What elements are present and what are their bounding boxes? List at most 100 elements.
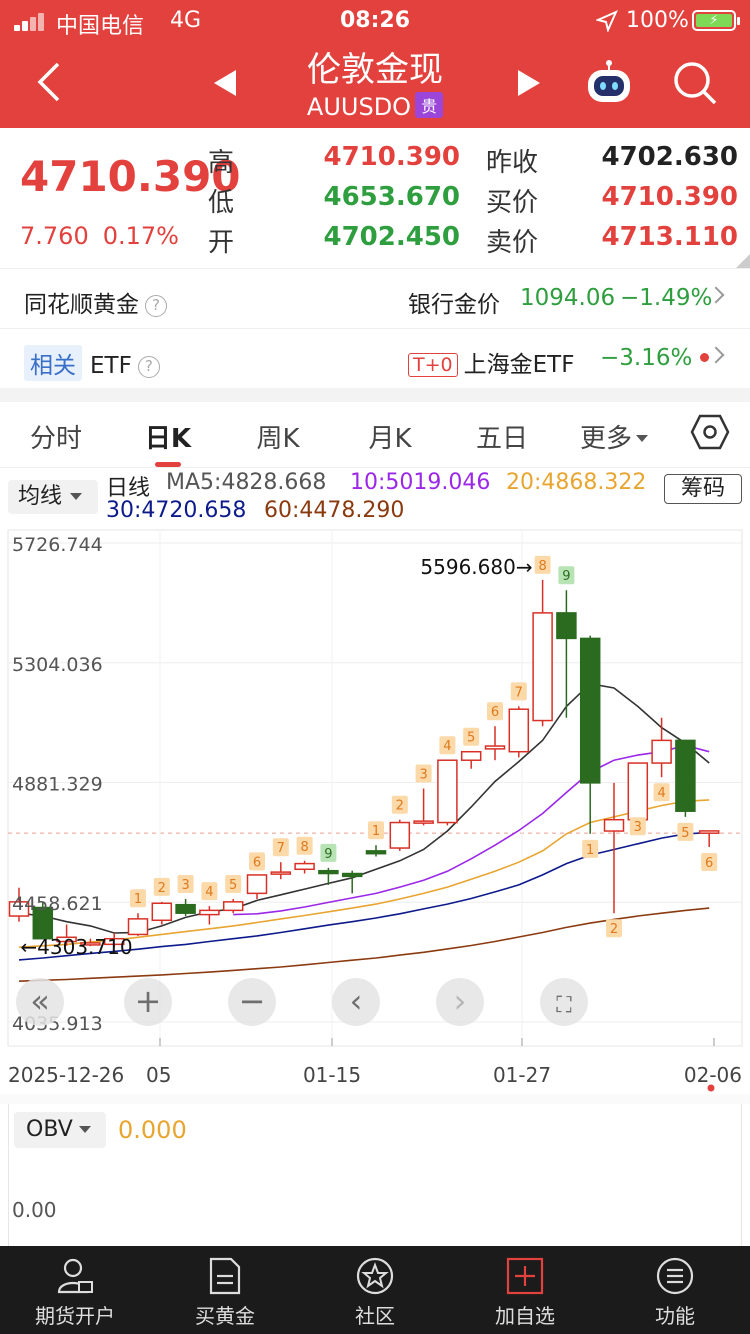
- candle-body: [222, 901, 244, 912]
- x-tick-label: 05: [146, 1063, 171, 1087]
- td-count-label: 6: [491, 705, 499, 720]
- candle-body: [603, 818, 625, 832]
- help-icon[interactable]: ?: [145, 295, 167, 317]
- help-icon[interactable]: ?: [137, 356, 160, 378]
- candle-body: [151, 902, 173, 922]
- indicator-select[interactable]: 均线: [8, 480, 98, 514]
- buy-gold-label: 买黄金: [195, 1304, 255, 1328]
- ma5-value: MA5:4828.668: [166, 470, 327, 495]
- candle-body: [579, 637, 601, 784]
- low-label: 低: [208, 188, 235, 218]
- active-tab-indicator: [155, 462, 181, 467]
- zoom-out-button[interactable]: −: [228, 978, 276, 1026]
- quote-page: 中国电信 4G 08:26 100% ⚡ 伦敦金现 AUUSDO 贵 4710.3…: [0, 0, 750, 1334]
- td-count-label: 1: [134, 892, 142, 907]
- community-button[interactable]: 社区: [300, 1246, 450, 1334]
- candle-body: [413, 820, 434, 824]
- candle-body: [199, 909, 220, 916]
- change-value: 7.760: [20, 222, 89, 250]
- search-icon[interactable]: [672, 60, 718, 106]
- dropdown-caret-icon: [636, 435, 648, 442]
- td-count-label: 3: [181, 878, 189, 893]
- kline-chart[interactable]: 12 3 4 567 8 91234567891234565726.7445304.036…: [0, 520, 750, 1094]
- ask-value: 4713.110: [601, 222, 738, 252]
- candle-body: [318, 869, 339, 875]
- price-change: 7.760 0.17%: [20, 222, 179, 250]
- y-tick-label: 4458.621: [12, 893, 103, 915]
- bottom-toolbar: 期货开户 买黄金 社区 加自选 功能: [0, 1246, 750, 1334]
- td-count-label: 7: [515, 685, 523, 700]
- td-count-label: 2: [158, 881, 166, 896]
- add-watchlist-button[interactable]: 加自选: [450, 1246, 600, 1334]
- section-divider: [0, 388, 750, 402]
- candle-body: [389, 821, 411, 849]
- td-count-label: 2: [396, 799, 404, 814]
- symbol-code: AUUSDO: [306, 93, 412, 121]
- candle-body: [246, 874, 268, 895]
- scroll-right-glyph: ›: [454, 982, 467, 1020]
- high-value: 4710.390: [323, 142, 460, 172]
- candle-body: [532, 612, 553, 722]
- td-count-label: 5: [229, 878, 237, 893]
- settings-hexagon-icon[interactable]: [690, 412, 730, 452]
- star-circle-icon: [356, 1257, 394, 1295]
- jump-start-button[interactable]: «: [16, 978, 64, 1026]
- bank-gold-price: 1094.06: [520, 285, 616, 311]
- bid-value: 4710.390: [601, 182, 738, 212]
- fullscreen-glyph: ⛶: [556, 993, 572, 1018]
- robot-assistant-icon[interactable]: [584, 58, 634, 104]
- tab-daily[interactable]: 日K: [118, 418, 218, 455]
- plus-square-icon: [506, 1257, 544, 1295]
- td-count-label: 1: [586, 843, 594, 858]
- obv-indicator-select[interactable]: OBV: [14, 1112, 106, 1148]
- open-account-button[interactable]: 期货开户: [0, 1246, 150, 1334]
- x-tick-label: 01-15: [303, 1063, 361, 1087]
- functions-label: 功能: [655, 1304, 695, 1328]
- fullscreen-button[interactable]: ⛶: [540, 978, 588, 1026]
- category-tag: 贵: [415, 92, 444, 118]
- td-count-label: 9: [562, 569, 570, 584]
- functions-button[interactable]: 功能: [600, 1246, 750, 1334]
- tab-five-day[interactable]: 五日: [452, 418, 552, 455]
- candle-body: [556, 612, 577, 640]
- candle: [627, 762, 649, 821]
- quote-panel: 4710.390 7.760 0.17% 高 低 开 4710.390 4653.…: [0, 128, 750, 268]
- add-watchlist-label: 加自选: [495, 1304, 555, 1328]
- zoom-in-button[interactable]: +: [124, 978, 172, 1026]
- td-count-label: 4: [205, 885, 213, 900]
- y-tick-label: 5304.036: [12, 654, 103, 676]
- scroll-left-button[interactable]: ‹: [332, 978, 380, 1026]
- candle: [389, 819, 411, 851]
- tab-weekly[interactable]: 周K: [228, 418, 328, 455]
- expand-corner-icon[interactable]: [736, 254, 750, 268]
- tab-intraday[interactable]: 分时: [6, 418, 106, 455]
- tab-more[interactable]: 更多: [564, 418, 664, 455]
- chip-distribution-button[interactable]: 筹码: [664, 474, 742, 504]
- candle: [222, 899, 244, 914]
- candle-body: [508, 708, 530, 753]
- bank-gold-change: −1.49%: [620, 285, 713, 311]
- open-account-label: 期货开户: [35, 1304, 115, 1328]
- scroll-right-button[interactable]: ›: [436, 978, 484, 1026]
- tab-monthly[interactable]: 月K: [340, 418, 440, 455]
- td-count-label: 4: [657, 786, 665, 801]
- td-count-label: 8: [300, 840, 308, 855]
- ma10-value: 10:5019.046: [350, 470, 491, 495]
- document-icon: [209, 1257, 241, 1295]
- status-bar: 中国电信 4G 08:26 100% ⚡: [0, 0, 750, 40]
- battery-percent: 100%: [626, 8, 689, 33]
- row-label: 相关 ETF?: [24, 345, 160, 381]
- low-value: 4653.670: [323, 182, 460, 212]
- next-symbol-button[interactable]: [518, 70, 540, 96]
- jump-start-glyph: «: [30, 982, 50, 1020]
- instrument-title: 伦敦金现: [307, 50, 443, 90]
- related-etf-row[interactable]: 相关 ETF? T+0 上海金ETF −3.16%: [0, 328, 750, 388]
- x-tick-label: 01-27: [493, 1063, 551, 1087]
- td-count-label: 5: [467, 731, 475, 746]
- bank-gold-row[interactable]: 同花顺黄金? 银行金价 1094.06 −1.49%: [0, 268, 750, 328]
- t0-badge: T+0: [408, 353, 458, 377]
- buy-gold-button[interactable]: 买黄金: [150, 1246, 300, 1334]
- candle-body: [675, 739, 696, 812]
- candle-body: [341, 872, 363, 878]
- td-count-label: 1: [372, 824, 380, 839]
